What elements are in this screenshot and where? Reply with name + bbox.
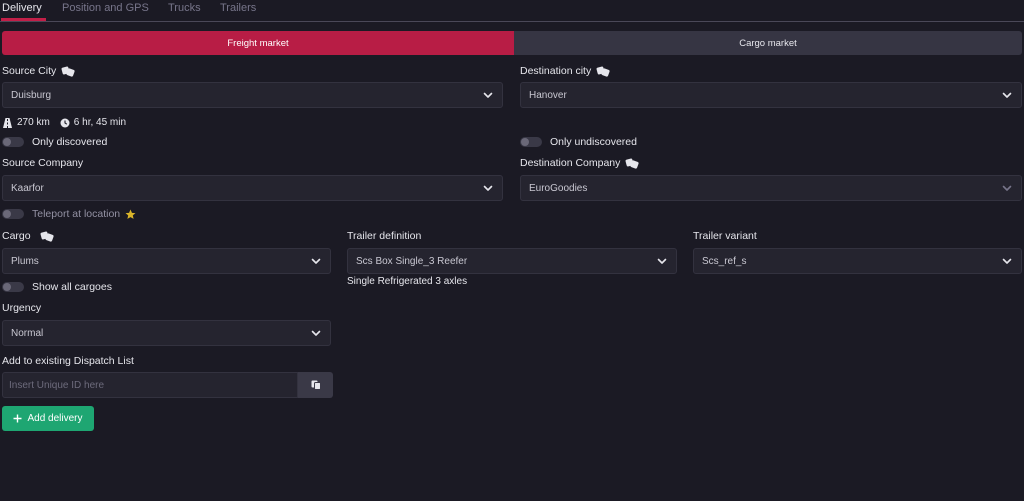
destination-city-value: Hanover (529, 89, 567, 101)
plus-icon (13, 414, 22, 423)
teleport-toggle[interactable] (2, 209, 24, 219)
show-all-cargoes-label: Show all cargoes (32, 281, 112, 293)
source-city-label: Source City (2, 65, 75, 77)
random-dice-icon[interactable] (597, 67, 610, 76)
tab-position-and-gps[interactable]: Position and GPS (62, 2, 149, 14)
trailer-variant-select[interactable]: Scs_ref_s (693, 248, 1022, 274)
trailer-definition-label: Trailer definition (347, 230, 421, 242)
active-tab-indicator (1, 18, 46, 21)
chevron-down-icon (1002, 185, 1012, 191)
trailer-definition-select[interactable]: Scs Box Single_3 Reefer (347, 248, 677, 274)
urgency-label-text: Urgency (2, 302, 42, 314)
chevron-down-icon (311, 258, 321, 264)
source-company-label-text: Source Company (2, 157, 84, 169)
cargo-value: Plums (11, 255, 39, 267)
destination-city-select[interactable]: Hanover (520, 82, 1022, 108)
teleport-label: Teleport at location (32, 208, 121, 220)
route-info: 270 km 6 hr, 45 min (2, 117, 126, 128)
trailer-variant-label: Trailer variant (693, 230, 757, 242)
tab-trucks[interactable]: Trucks (168, 2, 201, 14)
trailer-definition-label-text: Trailer definition (347, 230, 422, 242)
clock-icon (60, 118, 70, 127)
destination-company-value: EuroGoodies (529, 182, 588, 194)
cargo-label: Cargo (2, 230, 54, 242)
source-city-select[interactable]: Duisburg (2, 82, 503, 108)
trailer-variant-label-text: Trailer variant (693, 230, 757, 242)
random-dice-icon[interactable] (626, 159, 639, 168)
only-discovered-label: Only discovered (32, 136, 108, 148)
only-undiscovered-toggle[interactable] (520, 137, 542, 147)
destination-city-label: Destination city (520, 65, 610, 77)
source-company-select[interactable]: Kaarfor (2, 175, 503, 201)
urgency-value: Normal (11, 327, 44, 339)
trailer-definition-description: Single Refrigerated 3 axles (347, 276, 468, 287)
chevron-down-icon (483, 92, 493, 98)
copy-icon (311, 380, 321, 390)
random-dice-icon[interactable] (41, 232, 54, 241)
destination-company-select[interactable]: EuroGoodies (520, 175, 1022, 201)
show-all-cargoes-toggle-row: Show all cargoes (2, 281, 112, 293)
only-undiscovered-label: Only undiscovered (550, 136, 637, 148)
dispatch-id-group (2, 372, 333, 398)
dispatch-list-label: Add to existing Dispatch List (2, 355, 134, 367)
show-all-cargoes-toggle[interactable] (2, 282, 24, 292)
only-discovered-toggle[interactable] (2, 137, 24, 147)
source-company-value: Kaarfor (11, 182, 44, 194)
unique-id-input[interactable] (2, 372, 298, 398)
trailer-definition-value: Scs Box Single_3 Reefer (356, 255, 468, 267)
chevron-down-icon (311, 330, 321, 336)
random-dice-icon[interactable] (62, 67, 75, 76)
chevron-down-icon (483, 185, 493, 191)
only-discovered-toggle-row: Only discovered (2, 136, 107, 148)
cargo-select[interactable]: Plums (2, 248, 331, 274)
destination-company-label-text: Destination Company (520, 157, 621, 169)
road-icon (3, 117, 12, 128)
source-city-label-text: Source City (2, 65, 57, 77)
teleport-toggle-row: Teleport at location (2, 208, 136, 220)
star-icon (125, 209, 136, 219)
route-distance: 270 km (17, 117, 50, 128)
add-delivery-label: Add delivery (27, 413, 83, 424)
cargo-market-button[interactable]: Cargo market (514, 31, 1022, 55)
route-duration: 6 hr, 45 min (73, 117, 127, 128)
tab-delivery[interactable]: Delivery (2, 2, 42, 14)
trailer-variant-value: Scs_ref_s (702, 255, 747, 267)
source-city-value: Duisburg (11, 89, 52, 101)
chevron-down-icon (1002, 92, 1012, 98)
only-undiscovered-toggle-row: Only undiscovered (520, 136, 637, 148)
destination-city-label-text: Destination city (520, 65, 592, 77)
destination-company-label: Destination Company (520, 157, 639, 169)
chevron-down-icon (1002, 258, 1012, 264)
source-company-label: Source Company (2, 157, 83, 169)
freight-market-button[interactable]: Freight market (2, 31, 514, 55)
urgency-select[interactable]: Normal (2, 320, 331, 346)
urgency-label: Urgency (2, 302, 41, 314)
chevron-down-icon (657, 258, 667, 264)
paste-button[interactable] (298, 372, 333, 398)
add-delivery-button[interactable]: Add delivery (2, 406, 94, 431)
cargo-label-text: Cargo (2, 230, 31, 242)
dispatch-list-label-text: Add to existing Dispatch List (2, 355, 134, 367)
tab-trailers[interactable]: Trailers (220, 2, 256, 14)
tab-bar: Delivery Position and GPS Trucks Trailer… (0, 0, 1024, 22)
